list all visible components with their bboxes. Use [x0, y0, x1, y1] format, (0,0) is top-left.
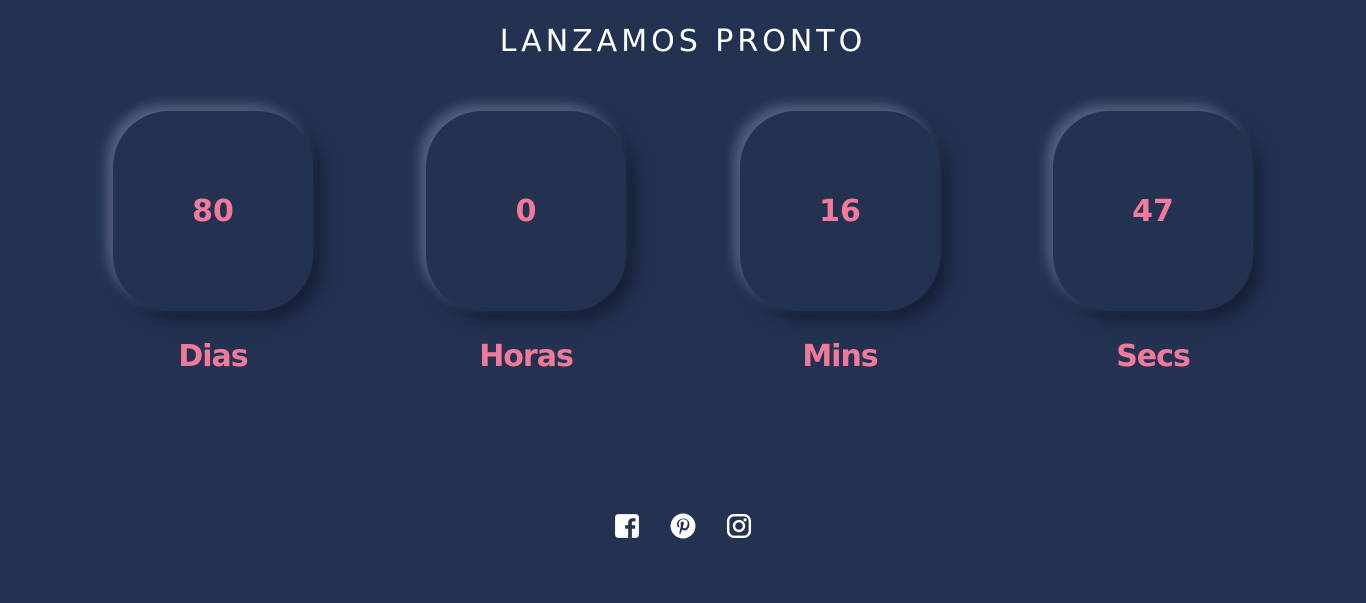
minutes-box: 16	[740, 111, 940, 311]
facebook-link[interactable]	[614, 513, 640, 539]
days-box: 80	[113, 111, 313, 311]
pinterest-icon	[670, 513, 696, 539]
pinterest-link[interactable]	[670, 513, 696, 539]
page-title: LANZAMOS PRONTO	[499, 24, 867, 59]
seconds-value: 47	[1132, 193, 1174, 229]
hours-label: Horas	[479, 339, 574, 374]
countdown-minutes: 16 Mins	[740, 111, 940, 391]
minutes-label: Mins	[802, 339, 878, 374]
instagram-link[interactable]	[726, 513, 752, 539]
seconds-box: 47	[1053, 111, 1253, 311]
days-label: Dias	[178, 339, 248, 374]
countdown-hours: 0 Horas	[426, 111, 626, 391]
hours-box: 0	[426, 111, 626, 311]
facebook-icon	[615, 514, 639, 538]
hours-value: 0	[515, 193, 537, 229]
countdown: 80 Dias 0 Horas 16 Mins 47 Secs	[0, 111, 1366, 391]
minutes-value: 16	[819, 193, 861, 229]
countdown-days: 80 Dias	[113, 111, 313, 391]
days-value: 80	[192, 193, 234, 229]
seconds-label: Secs	[1116, 339, 1191, 374]
instagram-icon	[726, 513, 752, 539]
countdown-seconds: 47 Secs	[1053, 111, 1253, 391]
social-links	[0, 513, 1366, 539]
